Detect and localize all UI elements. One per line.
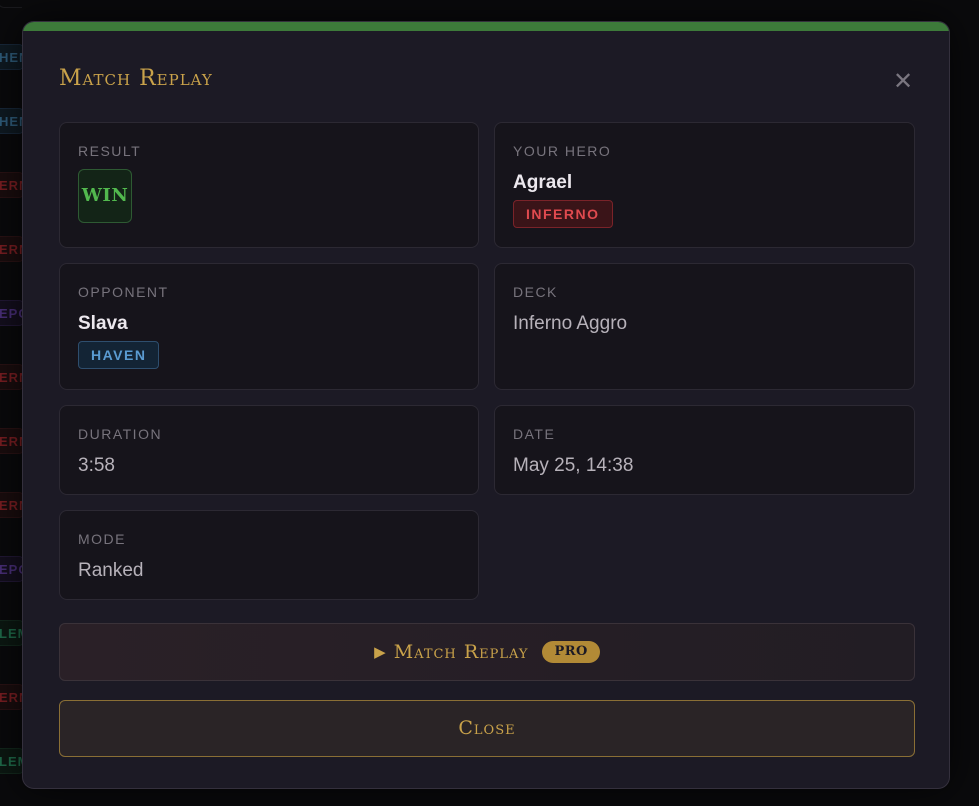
opponent-label: Opponent: [78, 284, 169, 300]
duration-value: 3:58: [78, 455, 115, 476]
play-icon: ▶: [374, 644, 386, 661]
background-faction-tag: EPO: [0, 300, 22, 326]
modal-title: Match Replay: [59, 66, 213, 91]
hero-card: Your Hero Agrael INFERNO: [494, 122, 915, 248]
date-label: Date: [513, 426, 556, 442]
close-icon[interactable]: ✕: [891, 70, 915, 94]
background-faction-tag: ERNO: [0, 428, 22, 454]
background-faction-tag: ERNO: [0, 236, 22, 262]
hero-label: Your Hero: [513, 143, 612, 159]
duration-card: Duration 3:58: [59, 405, 479, 495]
deck-value: Inferno Aggro: [513, 313, 628, 334]
background-faction-tag: ERNO: [0, 684, 22, 710]
modal-accent-bar: [23, 22, 949, 31]
mode-card: Mode Ranked: [59, 510, 479, 600]
result-card: Result WIN: [59, 122, 479, 248]
background-faction-tag: EPO: [0, 556, 22, 582]
pro-badge: PRO: [542, 641, 600, 663]
mode-label: Mode: [78, 531, 126, 547]
hero-name: Agrael: [513, 172, 573, 193]
match-replay-modal: Match Replay ✕ Result WIN Your Hero Agra…: [22, 21, 950, 789]
close-button[interactable]: Close: [59, 700, 915, 757]
match-replay-label: Match Replay: [393, 641, 529, 663]
match-replay-button-content: ▶ Match Replay PRO: [60, 624, 914, 680]
result-badge: WIN: [78, 169, 132, 223]
background-faction-tag: ERNO: [0, 492, 22, 518]
opponent-name: Slava: [78, 313, 128, 334]
background-list-fragment: HEN HEN ERNO ERNO EPO ERNO ERNO ERNO EPO…: [0, 0, 22, 806]
background-faction-tag: HEN: [0, 108, 22, 134]
background-faction-tag: ERNO: [0, 364, 22, 390]
opponent-faction-badge: HAVEN: [78, 341, 160, 369]
date-value: May 25, 14:38: [513, 455, 634, 476]
deck-label: Deck: [513, 284, 558, 300]
background-element: [0, 0, 22, 8]
mode-value: Ranked: [78, 560, 144, 581]
background-faction-tag: LEM: [0, 620, 22, 646]
hero-faction-badge: INFERNO: [513, 200, 613, 228]
deck-card: Deck Inferno Aggro: [494, 263, 915, 390]
duration-label: Duration: [78, 426, 163, 442]
result-label: Result: [78, 143, 142, 159]
background-faction-tag: HEN: [0, 44, 22, 70]
background-faction-tag: ERNO: [0, 172, 22, 198]
date-card: Date May 25, 14:38: [494, 405, 915, 495]
opponent-card: Opponent Slava HAVEN: [59, 263, 479, 390]
background-faction-tag: LEM: [0, 748, 22, 774]
match-replay-button[interactable]: ▶ Match Replay PRO: [59, 623, 915, 681]
